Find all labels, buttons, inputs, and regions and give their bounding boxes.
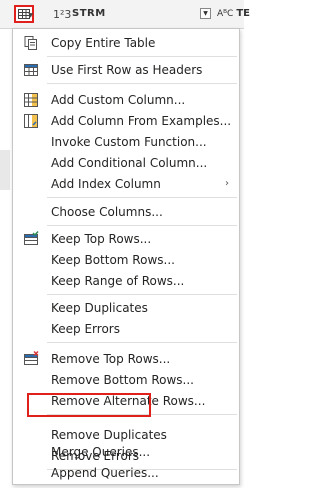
table-headers-icon [24,64,38,76]
chevron-right-icon: › [225,178,229,189]
menu-item-keep-range-of-rows[interactable]: Keep Range of Rows... [13,270,239,292]
next-column-name: TE [236,8,250,19]
menu-item-keep-duplicates[interactable]: Keep Duplicates [13,297,239,319]
menu-item-label: Keep Bottom Rows... [51,253,175,267]
menu-item-label: Add Column From Examples... [51,114,232,128]
column-filter-button[interactable]: ▼ [200,8,211,19]
menu-item-label: Choose Columns... [51,205,163,219]
menu-separator [47,225,237,226]
menu-item-use-first-row-as-headers[interactable]: Use First Row as Headers [13,59,239,81]
menu-item-label: Keep Top Rows... [51,232,152,246]
menu-item-add-custom-column[interactable]: Add Custom Column... [13,89,239,111]
menu-item-keep-bottom-rows[interactable]: Keep Bottom Rows... [13,249,239,271]
menu-item-label: Keep Range of Rows... [51,274,185,288]
remove-rows-icon [24,351,39,365]
table-menu-button[interactable]: ▼ [14,5,34,23]
menu-item-label: Append Queries... [51,466,159,480]
menu-item-merge-queries[interactable]: Merge Queries... [13,441,239,463]
menu-item-add-column-from-examples[interactable]: Add Column From Examples... [13,110,239,132]
chevron-down-icon: ▼ [203,10,208,17]
next-column-header: AᴮC TE [217,8,250,19]
menu-item-label: Keep Duplicates [51,301,148,315]
menu-item-keep-top-rows[interactable]: Keep Top Rows... [13,228,239,250]
menu-item-label: Add Index Column [51,177,161,191]
menu-item-invoke-custom-function[interactable]: Invoke Custom Function... [13,131,239,153]
menu-item-label: Use First Row as Headers [51,63,203,77]
keep-rows-icon [24,231,39,245]
menu-item-add-conditional-column[interactable]: Add Conditional Column... [13,152,239,174]
menu-item-label: Copy Entire Table [51,36,156,50]
menu-item-label: Add Custom Column... [51,93,186,107]
custom-column-icon [24,93,38,107]
chevron-down-icon: ▼ [28,12,33,19]
menu-item-choose-columns[interactable]: Choose Columns... [13,201,239,223]
menu-item-label: Keep Errors [51,322,120,336]
menu-item-keep-errors[interactable]: Keep Errors [13,318,239,340]
menu-item-remove-top-rows[interactable]: Remove Top Rows... [13,348,239,370]
menu-item-add-index-column[interactable]: Add Index Column › [13,173,239,195]
copy-icon [24,36,37,50]
menu-separator [47,342,237,343]
menu-item-label: Add Conditional Column... [51,156,208,170]
menu-item-append-queries[interactable]: Append Queries... [13,462,239,484]
column-header-bar: ▼ 1²3 STRM ▼ AᴮC TE [0,0,250,29]
remove-duplicates-highlight [27,393,151,417]
menu-item-remove-bottom-rows[interactable]: Remove Bottom Rows... [13,369,239,391]
column-type-icon[interactable]: 1²3 [53,8,71,21]
menu-item-label: Remove Top Rows... [51,352,171,366]
menu-separator [47,56,237,57]
menu-item-copy-entire-table[interactable]: Copy Entire Table [13,32,239,54]
menu-item-label: Invoke Custom Function... [51,135,207,149]
column-from-examples-icon [24,114,38,128]
menu-separator [47,294,237,295]
menu-separator [47,83,237,84]
menu-item-label: Remove Bottom Rows... [51,373,194,387]
next-column-type-icon[interactable]: AᴮC [217,9,233,19]
column-name: STRM [72,8,106,19]
menu-item-label: Merge Queries... [51,445,151,459]
background-grid [0,150,10,190]
menu-separator [47,197,237,198]
